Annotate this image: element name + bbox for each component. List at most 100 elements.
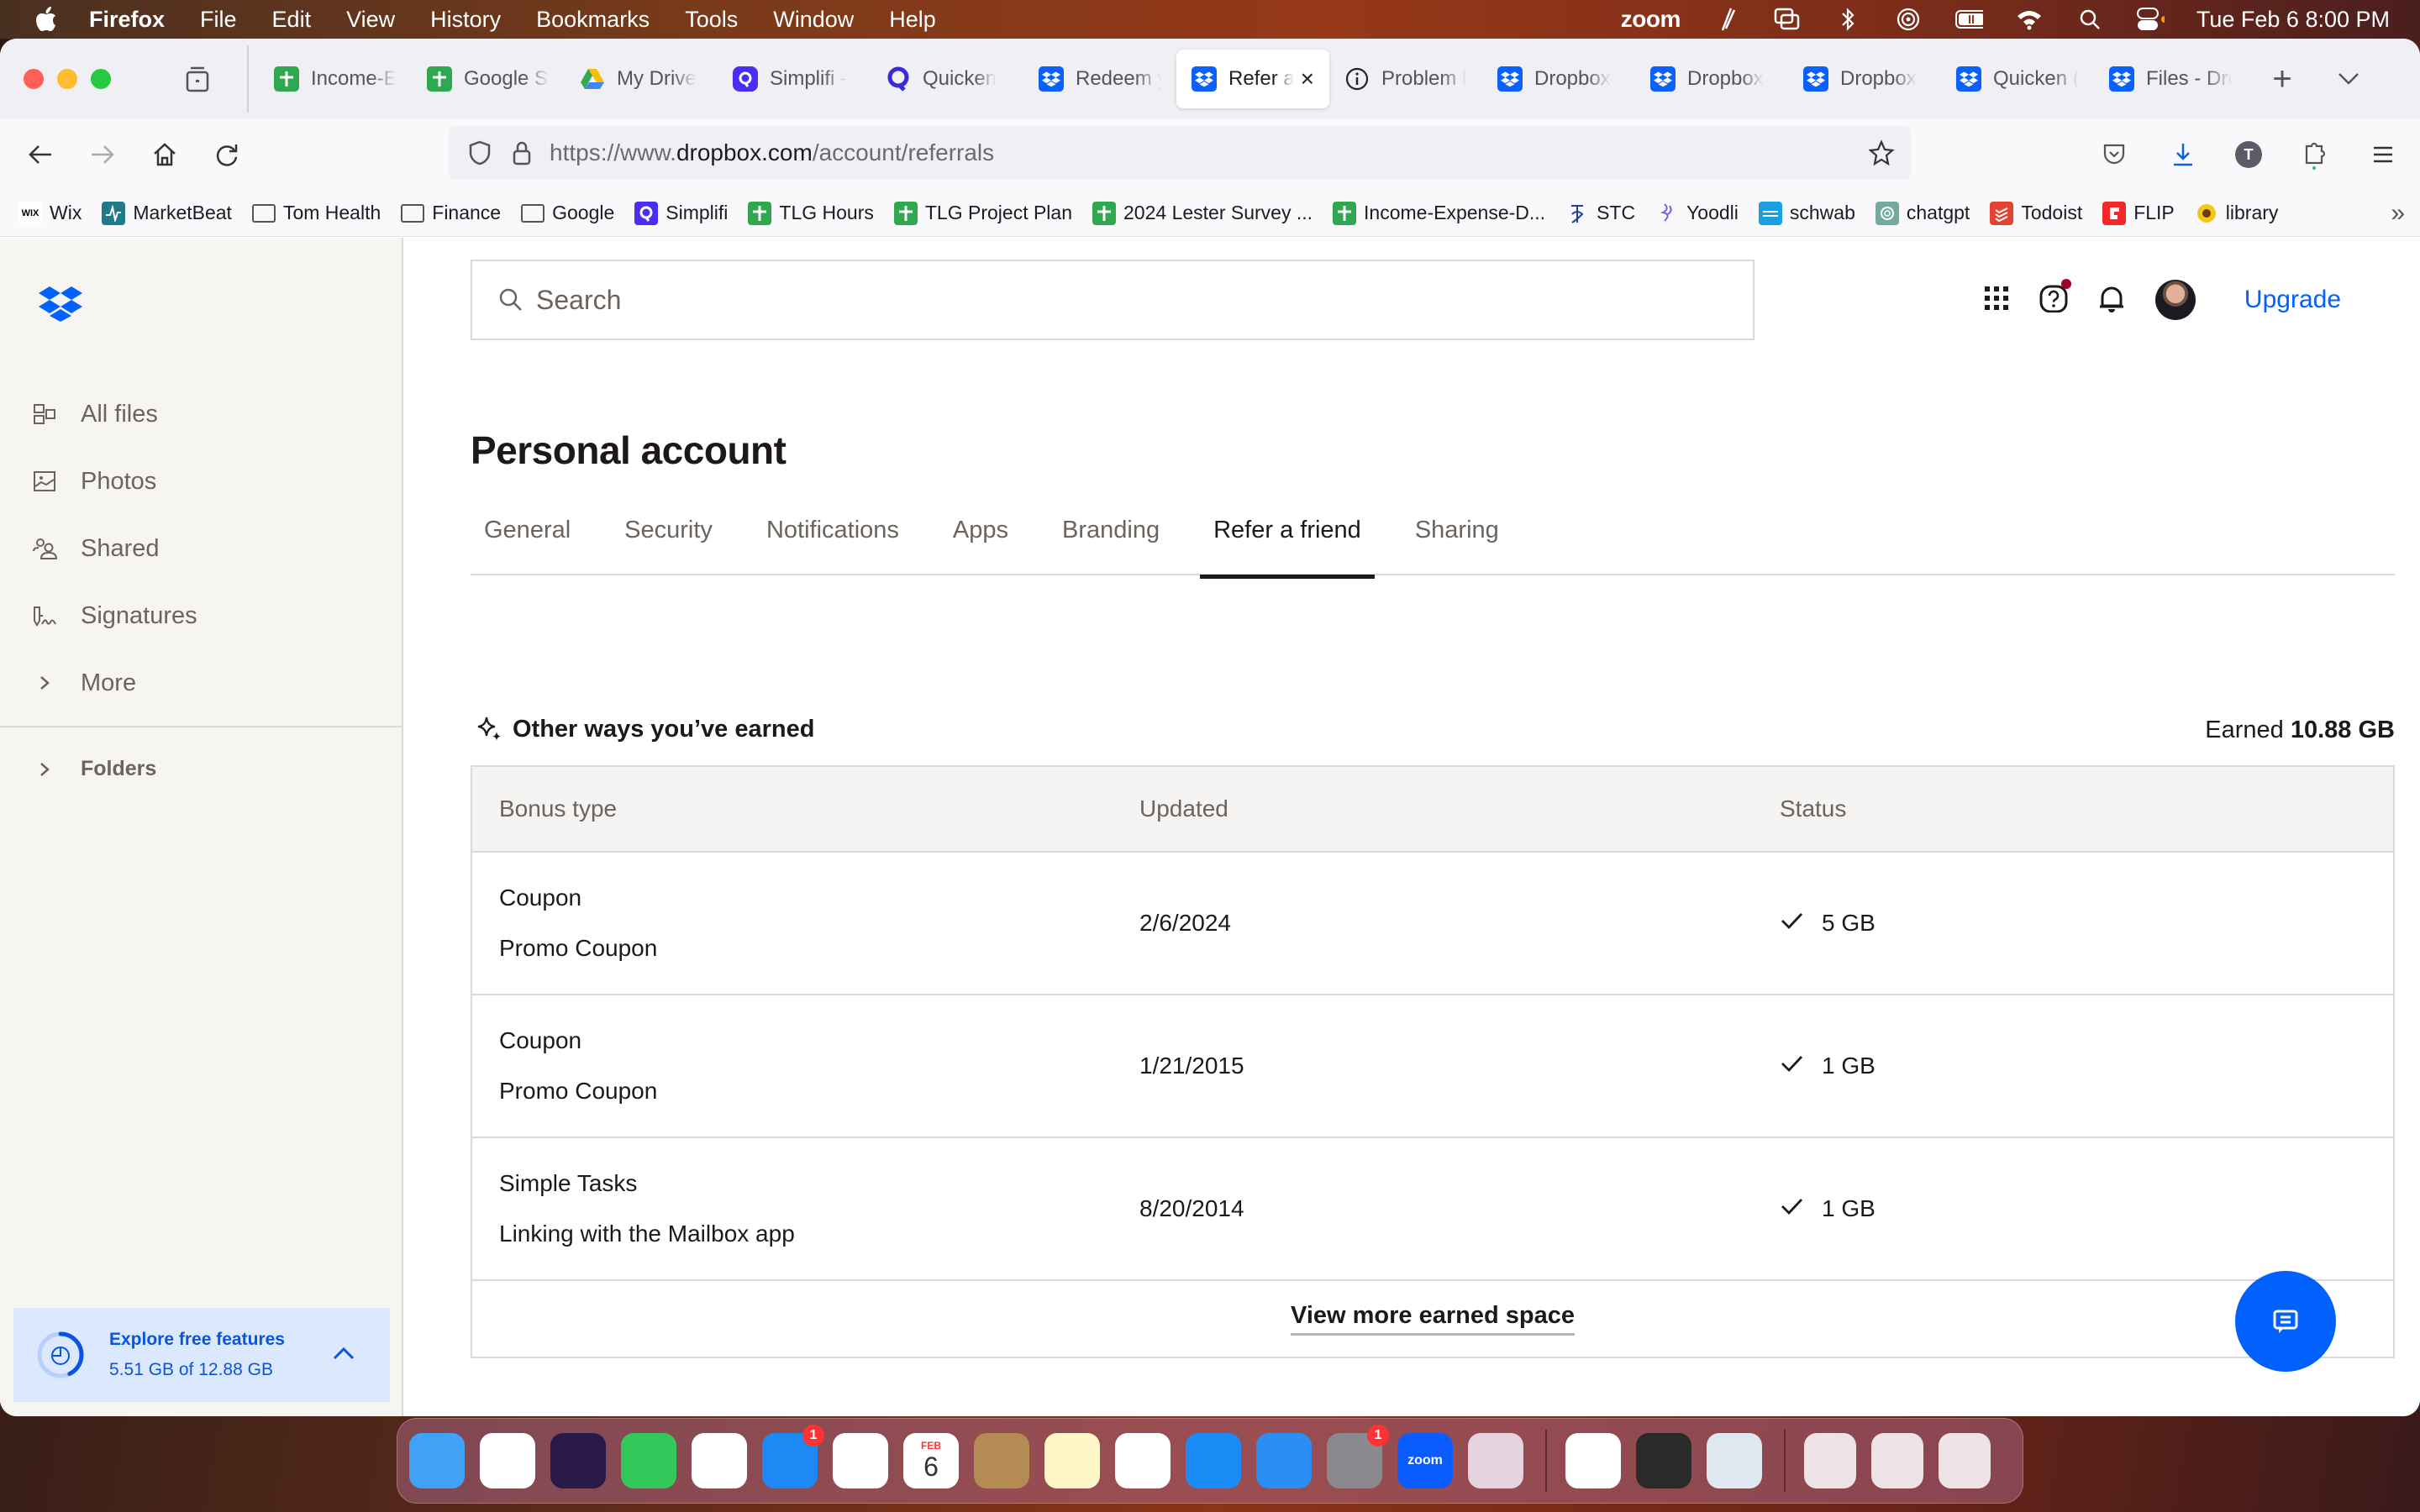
dock-app-xcode-utility[interactable] <box>1636 1433 1691 1488</box>
browser-tab[interactable]: Quicken <box>871 50 1023 108</box>
tab-active[interactable]: Refer a × <box>1176 50 1329 108</box>
browser-tab[interactable]: Simplifi - <box>718 50 871 108</box>
storage-card[interactable]: Explore free features 5.51 GB of 12.88 G… <box>13 1308 390 1402</box>
bookmark-item[interactable]: Yoodli <box>1655 202 1739 225</box>
bookmark-item[interactable]: FLIP <box>2102 201 2175 225</box>
tab-apps[interactable]: Apps <box>939 517 1022 575</box>
tab-notifications[interactable]: Notifications <box>753 517 913 575</box>
menu-tools[interactable]: Tools <box>685 7 738 33</box>
tab-sharing[interactable]: Sharing <box>1402 517 1512 575</box>
chat-button[interactable] <box>2235 1271 2336 1372</box>
dock-app-system-settings[interactable]: 1 <box>1327 1425 1389 1488</box>
bookmark-item[interactable]: chatgpt <box>1875 201 1970 225</box>
dropbox-logo[interactable] <box>39 285 82 322</box>
more-bookmarks-chevron-icon[interactable]: » <box>2391 199 2405 228</box>
browser-tab[interactable]: Dropbox <box>1788 50 1941 108</box>
user-avatar[interactable] <box>2154 280 2196 320</box>
bookmark-item[interactable]: MarketBeat <box>102 201 232 225</box>
dock-app-notes[interactable] <box>1044 1433 1100 1488</box>
list-all-tabs-icon[interactable] <box>2336 66 2361 92</box>
minimize-window-button[interactable] <box>57 69 77 89</box>
back-button[interactable] <box>24 138 57 171</box>
wifi-icon[interactable] <box>2015 7 2044 32</box>
sidebar-item-shared[interactable]: Shared <box>0 515 402 582</box>
bluetooth-icon[interactable] <box>1833 7 1862 32</box>
dock-app-keynote[interactable] <box>1256 1433 1312 1488</box>
bookmark-item[interactable]: STC <box>1565 202 1635 225</box>
menu-file[interactable]: File <box>200 7 237 33</box>
app-grid-icon[interactable] <box>1984 286 2009 315</box>
bookmark-item[interactable]: Finance <box>401 202 501 224</box>
browser-tab[interactable]: Dropbox <box>1635 50 1788 108</box>
new-tab-button[interactable]: + <box>2265 60 2299 98</box>
fullscreen-window-button[interactable] <box>91 69 111 89</box>
battery-icon[interactable] <box>1954 7 1983 32</box>
dock-app-contacts[interactable] <box>974 1433 1029 1488</box>
dock-app-mail[interactable]: 1 <box>762 1425 824 1488</box>
browser-tab[interactable]: Quicken ( <box>1941 50 2094 108</box>
account-avatar[interactable]: T <box>2235 141 2262 168</box>
pen-icon[interactable] <box>1712 7 1741 32</box>
browser-tab[interactable]: Redeem your <box>1023 50 1176 108</box>
airdrop-icon[interactable] <box>1894 7 1923 32</box>
tab-refer-a-friend[interactable]: Refer a friend <box>1200 517 1375 579</box>
bookmark-star-icon[interactable] <box>1867 139 1896 167</box>
sidebar-item-photos[interactable]: Photos <box>0 448 402 515</box>
menu-edit[interactable]: Edit <box>272 7 312 33</box>
bookmark-item[interactable]: WIX Wix <box>18 201 82 225</box>
url-bar[interactable]: https://www.dropbox.com/account/referral… <box>449 126 1911 180</box>
forward-button[interactable] <box>86 138 119 171</box>
menu-window[interactable]: Window <box>773 7 854 33</box>
dock-app-calendar[interactable]: FEB 6 <box>903 1433 959 1488</box>
help-button[interactable] <box>2039 278 2071 317</box>
menu-help[interactable]: Help <box>889 7 936 33</box>
dock-app-launchpad[interactable] <box>1468 1433 1523 1488</box>
bookmark-item[interactable]: 2024 Lester Survey ... <box>1092 201 1313 225</box>
bookmark-item[interactable]: Simplifi <box>634 201 728 225</box>
browser-tab[interactable]: Dropbox <box>1482 50 1635 108</box>
spotlight-search-icon[interactable] <box>2075 7 2104 32</box>
close-window-button[interactable] <box>24 69 44 89</box>
close-tab-icon[interactable]: × <box>1301 66 1314 92</box>
search-box[interactable] <box>471 260 1754 340</box>
extensions-icon[interactable] <box>2297 138 2331 171</box>
screen-mirroring-icon[interactable] <box>1773 7 1802 32</box>
bookmark-item[interactable]: Income-Expense-D... <box>1333 201 1545 225</box>
menubar-clock[interactable]: Tue Feb 6 8:00 PM <box>2196 7 2390 33</box>
dock-item-preview-window[interactable] <box>1871 1433 1923 1488</box>
sidebar-item-signatures[interactable]: Signatures <box>0 582 402 649</box>
dock-app-word[interactable] <box>692 1433 747 1488</box>
bookmark-item[interactable]: Tom Health <box>251 202 381 224</box>
dock-item-mail-window[interactable] <box>1804 1433 1856 1488</box>
home-button[interactable] <box>148 138 182 171</box>
bookmark-item[interactable]: schwab <box>1758 201 1855 225</box>
browser-tab[interactable]: Files - Dropbox <box>2094 50 2247 108</box>
sidebar-item-more[interactable]: More <box>0 649 402 717</box>
sidebar-folders-toggle[interactable]: Folders <box>32 757 156 781</box>
bookmark-item[interactable]: library <box>2195 202 2278 225</box>
chevron-up-icon[interactable] <box>331 1341 356 1367</box>
dock-app-preview[interactable] <box>1707 1433 1762 1488</box>
browser-tab[interactable]: Income-Expense <box>259 50 412 108</box>
dock-app-photos[interactable] <box>833 1433 888 1488</box>
zoom-status-item[interactable]: zoom <box>1621 6 1681 33</box>
notifications-bell-icon[interactable] <box>2098 283 2125 318</box>
menu-view[interactable]: View <box>346 7 395 33</box>
dock-app-messages[interactable] <box>621 1433 676 1488</box>
bookmark-item[interactable]: Todoist <box>1990 201 2082 225</box>
firefox-view-icon[interactable] <box>183 65 212 93</box>
tab-branding[interactable]: Branding <box>1049 517 1173 575</box>
tab-security[interactable]: Security <box>611 517 726 575</box>
control-center-icon[interactable] <box>2136 7 2165 32</box>
tab-general[interactable]: General <box>471 517 584 575</box>
dock-app-safari[interactable] <box>480 1433 535 1488</box>
dock-app-app-store[interactable] <box>1186 1433 1241 1488</box>
dock-app-excel[interactable] <box>1565 1433 1621 1488</box>
dock-app-finder[interactable] <box>409 1433 465 1488</box>
browser-tab[interactable]: Google Sheets <box>412 50 565 108</box>
search-input[interactable] <box>536 284 1712 316</box>
downloads-icon[interactable] <box>2166 138 2200 171</box>
pocket-icon[interactable] <box>2097 138 2131 171</box>
apple-menu-icon[interactable] <box>34 5 59 34</box>
browser-tab[interactable]: Problem loading <box>1329 50 1482 108</box>
